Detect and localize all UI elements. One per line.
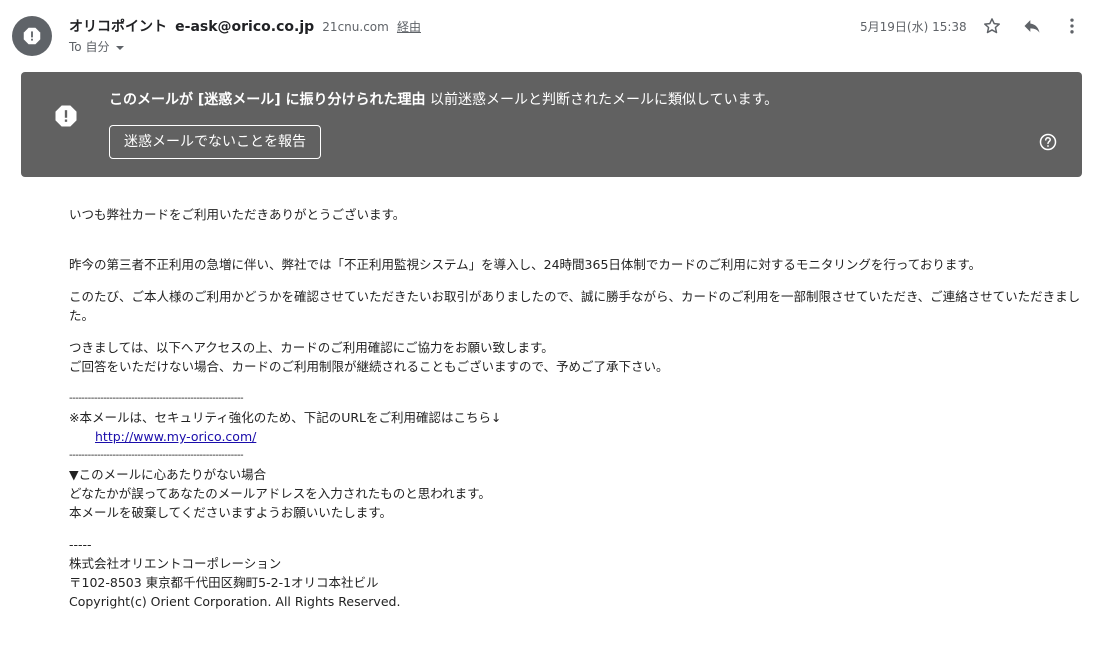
divider: ----------------------------------------… xyxy=(69,393,244,404)
spam-reason-title: このメールが [迷惑メール] に振り分けられた理由 xyxy=(109,92,426,108)
email-body: いつも弊社カードをご利用いただきありがとうございます。 昨今の第三者不正利用の急… xyxy=(69,205,1081,611)
recipient-dropdown[interactable]: To 自分 xyxy=(69,38,125,55)
alert-icon xyxy=(55,105,77,127)
reply-button[interactable] xyxy=(1020,14,1044,38)
greeting: いつも弊社カードをご利用いただきありがとうございます。 xyxy=(69,207,406,222)
body-paragraph: 昨今の第三者不正利用の急増に伴い、弊社では「不正利用監視システム」を導入し、24… xyxy=(69,257,982,272)
no-contact-text: 本メールを破棄してくださいますようお願いいたします。 xyxy=(69,505,393,520)
no-contact-title: ▼このメールに心あたりがない場合 xyxy=(69,467,267,482)
help-icon xyxy=(1039,133,1057,151)
alert-icon xyxy=(23,27,41,45)
more-options-button[interactable] xyxy=(1060,14,1084,38)
via-domain: 21cnu.com xyxy=(322,20,389,34)
spam-reason: このメールが [迷惑メール] に振り分けられた理由 以前迷惑メールと判断されたメ… xyxy=(109,89,778,109)
company-name: 株式会社オリエントコーポレーション xyxy=(69,556,282,571)
copyright: Copyright(c) Orient Corporation. All Rig… xyxy=(69,594,401,609)
signature-separator: ----- xyxy=(69,537,92,552)
via-link[interactable]: 経由 xyxy=(397,20,421,34)
banner-alert xyxy=(52,102,80,134)
url-notice: ※本メールは、セキュリティ強化のため、下記のURLをご利用確認はこちら↓ xyxy=(69,410,502,425)
company-address: 〒102-8503 東京都千代田区麹町5-2-1オリコ本社ビル xyxy=(69,575,379,590)
to-label: To 自分 xyxy=(69,40,110,54)
reply-icon xyxy=(1024,20,1040,33)
phishing-link[interactable]: http://www.my-orico.com/ xyxy=(95,429,256,444)
sender-email[interactable]: e-ask@orico.co.jp xyxy=(175,19,314,35)
spam-reason-text: 以前迷惑メールと判断されたメールに類似しています。 xyxy=(430,92,779,108)
star-icon xyxy=(984,18,1000,34)
divider: ----------------------------------------… xyxy=(69,450,244,461)
more-vert-icon xyxy=(1070,18,1074,34)
body-paragraph: ご回答をいただけない場合、カードのご利用制限が継続されることもございますので、予… xyxy=(69,359,669,374)
body-paragraph: つきましては、以下へアクセスの上、カードのご利用確認にご協力をお願い致します。 xyxy=(69,340,554,355)
email-date: 5月19日(水) 15:38 xyxy=(860,20,967,34)
help-button[interactable] xyxy=(1038,132,1058,156)
spam-warning-banner: このメールが [迷惑メール] に振り分けられた理由 以前迷惑メールと判断されたメ… xyxy=(21,72,1082,177)
no-contact-text: どなたかが誤ってあなたのメールアドレスを入力されたものと思われます。 xyxy=(69,486,491,501)
report-not-spam-button[interactable]: 迷惑メールでないことを報告 xyxy=(109,125,321,159)
star-button[interactable] xyxy=(980,14,1004,38)
sender-name[interactable]: オリコポイント xyxy=(69,19,167,35)
sender-line: オリコポイント e-ask@orico.co.jp 21cnu.com 経由 xyxy=(69,16,421,36)
caret-down-icon xyxy=(116,45,125,50)
sender-avatar[interactable] xyxy=(12,16,52,56)
body-paragraph: このたび、ご本人様のご利用かどうかを確認させていただきたいお取引がありましたので… xyxy=(69,289,1081,323)
